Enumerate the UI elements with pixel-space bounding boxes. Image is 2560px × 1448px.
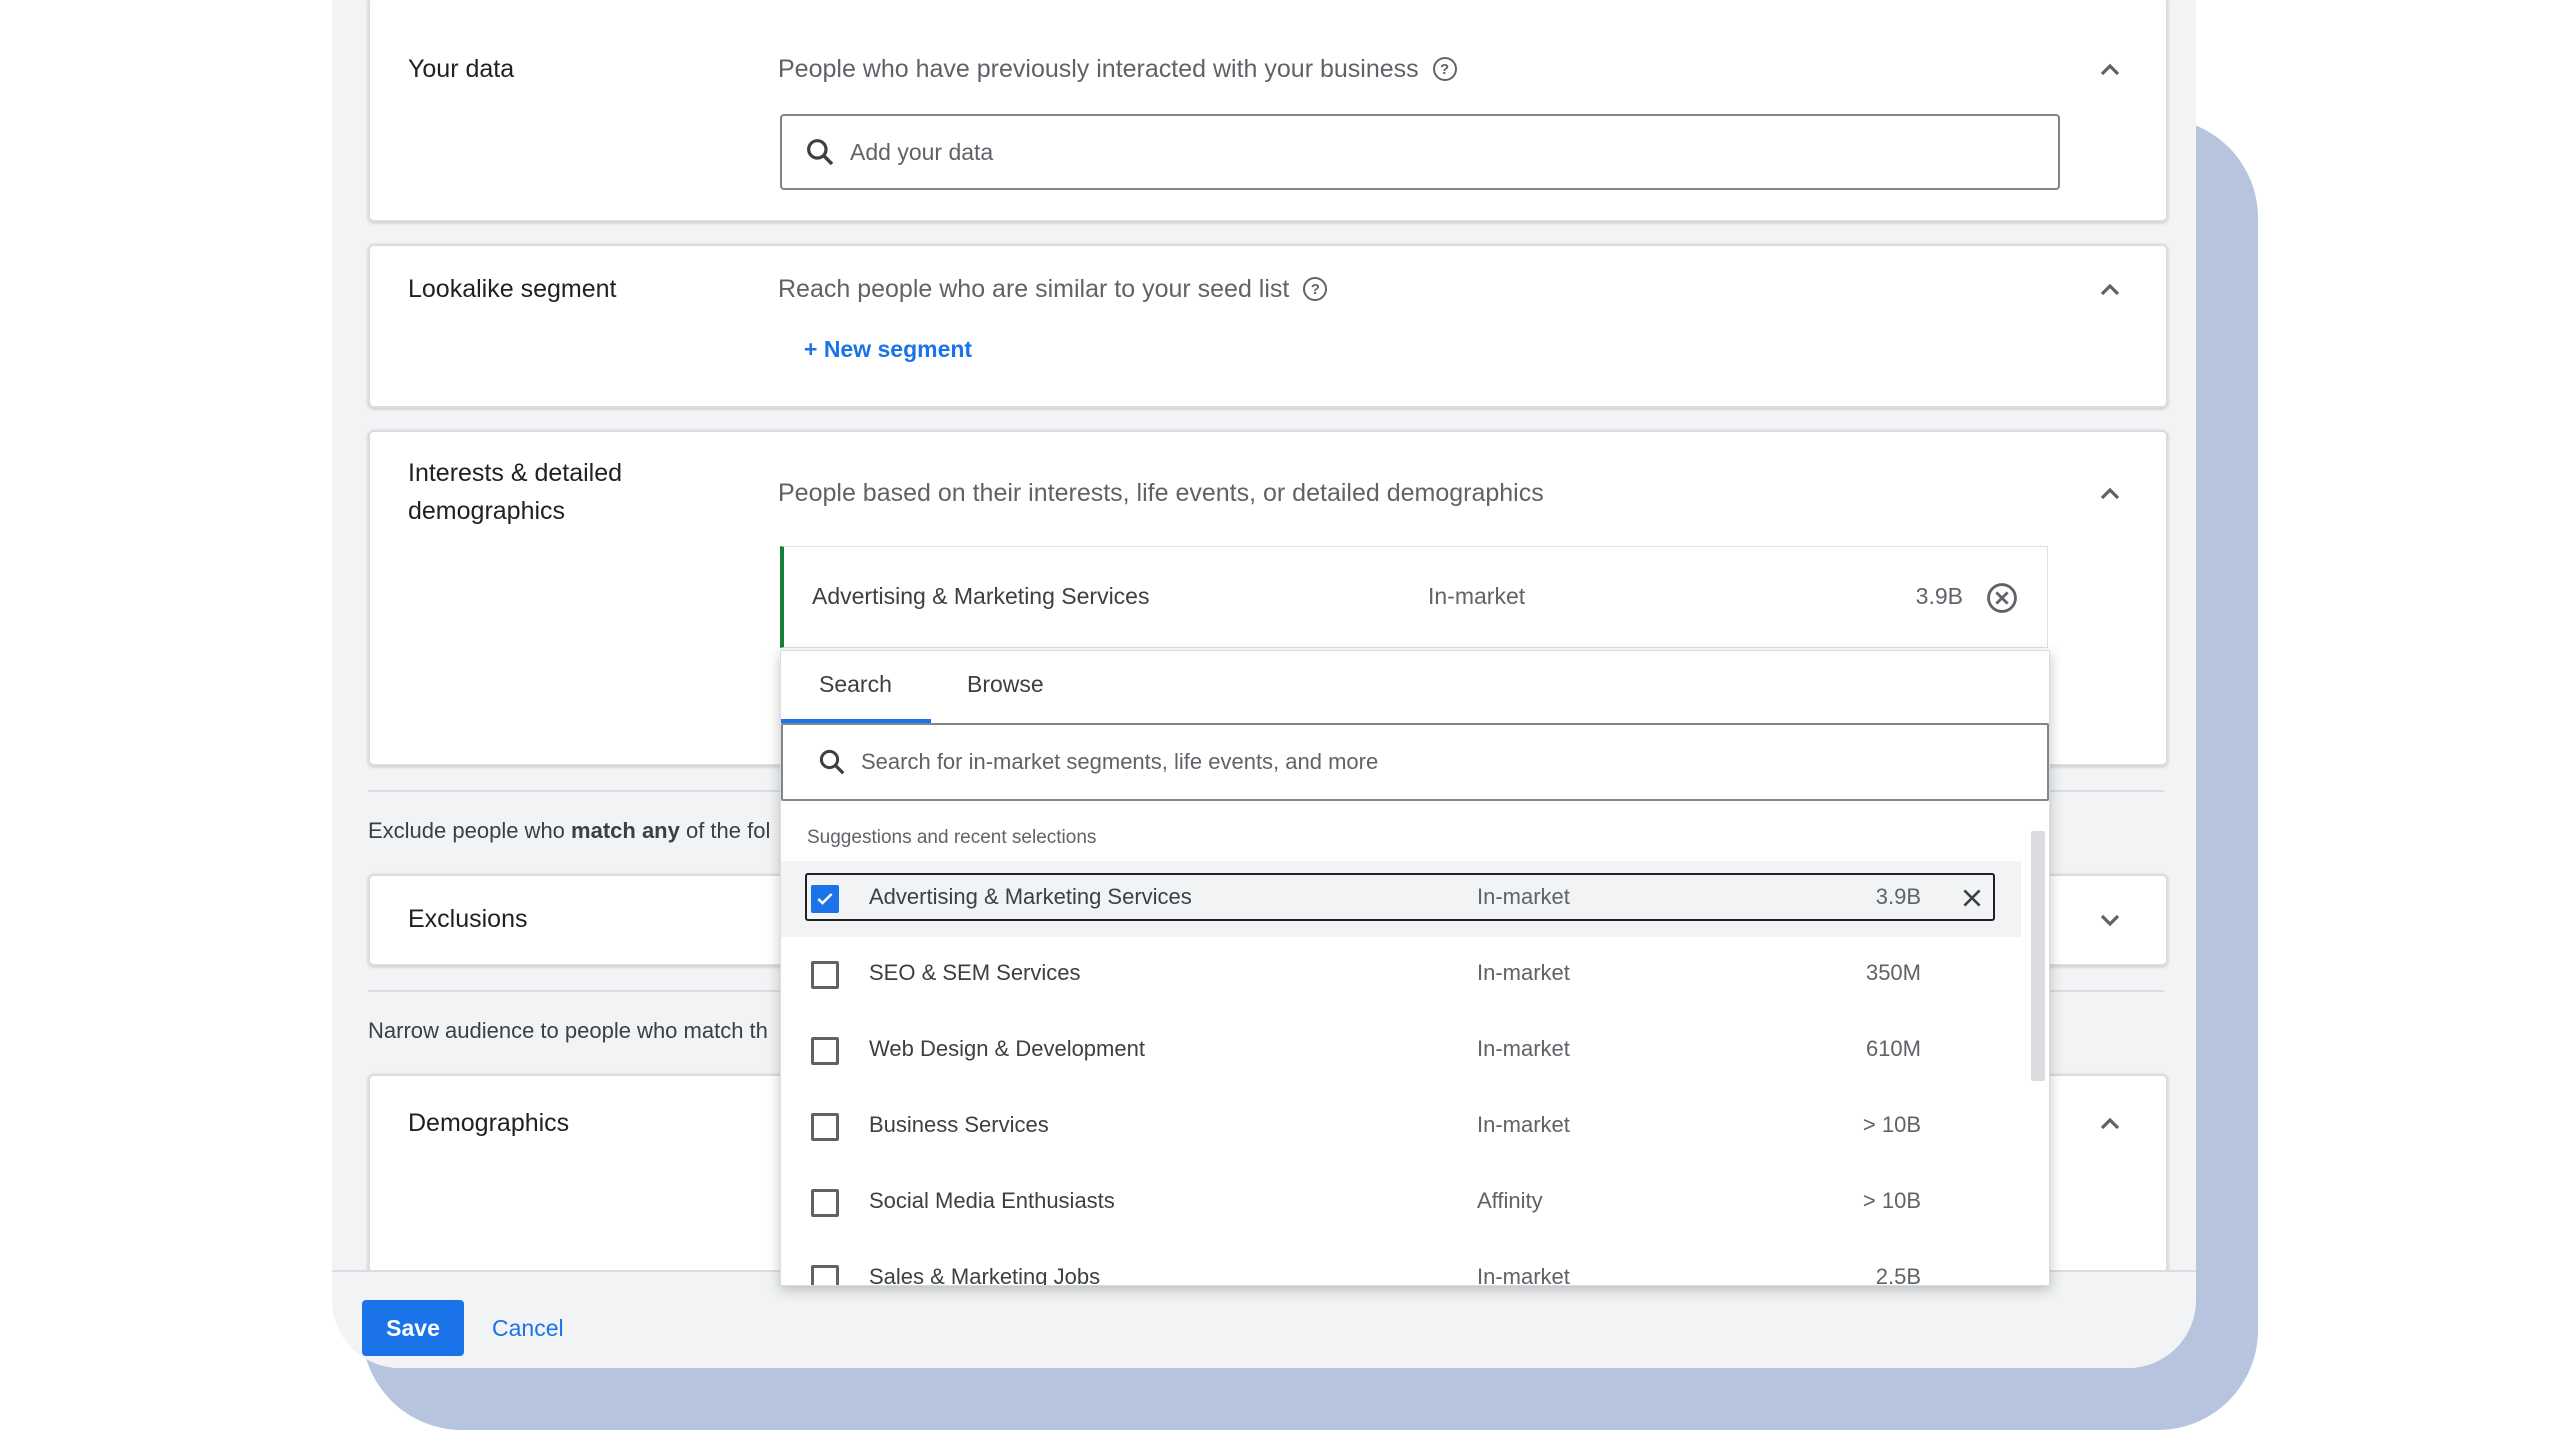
checkbox[interactable] xyxy=(811,961,839,989)
expand-chevron-down-icon[interactable] xyxy=(2094,904,2126,936)
check-icon xyxy=(817,893,833,905)
tab-browse[interactable]: Browse xyxy=(967,671,1044,698)
collapse-chevron-up-icon[interactable] xyxy=(2094,478,2126,510)
item-name: Web Design & Development xyxy=(869,1036,1145,1061)
lookalike-panel: Lookalike segment Reach people who are s… xyxy=(368,244,2168,408)
section-title: Demographics xyxy=(408,1109,570,1137)
section-description: Reach people who are similar to your see… xyxy=(778,272,1328,306)
close-icon[interactable] xyxy=(1959,885,1985,911)
checkbox[interactable] xyxy=(811,1113,839,1141)
item-type: In-market xyxy=(1477,884,1570,909)
save-button[interactable]: Save xyxy=(362,1300,464,1356)
item-size: 610M xyxy=(1865,1036,1921,1061)
list-item[interactable]: Sales & Marketing Jobs In-market 2.5B xyxy=(781,1241,2021,1285)
your-data-panel: Your data People who have previously int… xyxy=(368,0,2168,222)
list-caption: Suggestions and recent selections xyxy=(807,827,1097,848)
help-icon[interactable]: ? xyxy=(1303,277,1328,301)
search-placeholder: Add your data xyxy=(850,138,994,165)
checkbox[interactable] xyxy=(811,1265,839,1285)
section-title: Interests & detailed demographics xyxy=(408,459,623,525)
exclude-suffix: of the fol xyxy=(679,818,771,843)
section-title: Your data xyxy=(408,55,515,83)
segment-name: Advertising & Marketing Services xyxy=(812,583,1150,609)
collapse-chevron-up-icon[interactable] xyxy=(2094,1108,2126,1140)
item-name: SEO & SEM Services xyxy=(869,960,1081,985)
segment-picker-dropdown: Search Browse Search for in-market segme… xyxy=(780,650,2050,1286)
search-placeholder: Search for in-market segments, life even… xyxy=(861,749,1379,774)
search-icon xyxy=(819,749,845,775)
section-description: People who have previously interacted wi… xyxy=(778,52,1457,86)
segment-type: In-market xyxy=(1428,583,1526,609)
item-type: Affinity xyxy=(1477,1188,1543,1213)
item-name: Business Services xyxy=(869,1112,1049,1137)
description-text: People based on their interests, life ev… xyxy=(778,479,1544,507)
section-title: Exclusions xyxy=(408,905,528,933)
picker-tabs: Search Browse xyxy=(781,651,2049,724)
item-type: In-market xyxy=(1477,1112,1570,1137)
collapse-chevron-up-icon[interactable] xyxy=(2094,54,2126,86)
list-item[interactable]: Web Design & Development In-market 610M xyxy=(781,1013,2021,1089)
collapse-chevron-up-icon[interactable] xyxy=(2094,274,2126,306)
item-size: 3.9B xyxy=(1875,884,1921,909)
selected-segment-row: Advertising & Marketing Services In-mark… xyxy=(780,546,2048,648)
item-size: > 10B xyxy=(1862,1112,1921,1137)
section-description: People based on their interests, life ev… xyxy=(778,476,1544,510)
item-size: 350M xyxy=(1865,960,1921,985)
list-item[interactable]: Business Services In-market > 10B xyxy=(781,1089,2021,1165)
new-segment-link[interactable]: + New segment xyxy=(804,336,972,363)
description-text: Reach people who are similar to your see… xyxy=(778,275,1290,303)
item-type: In-market xyxy=(1477,1036,1570,1061)
exclude-instruction: Exclude people who match any of the fol xyxy=(368,818,770,844)
item-name: Social Media Enthusiasts xyxy=(869,1188,1115,1213)
checkbox-checked[interactable] xyxy=(811,885,839,913)
segment-size: 3.9B xyxy=(1915,583,1963,609)
narrow-instruction: Narrow audience to people who match th xyxy=(368,1018,768,1043)
list-item[interactable]: Advertising & Marketing Services In-mark… xyxy=(781,861,2021,937)
help-icon[interactable]: ? xyxy=(1432,57,1457,81)
checkbox[interactable] xyxy=(811,1189,839,1217)
search-icon xyxy=(807,139,834,166)
checkbox[interactable] xyxy=(811,1037,839,1065)
list-item[interactable]: SEO & SEM Services In-market 350M xyxy=(781,937,2021,1013)
tab-search[interactable]: Search xyxy=(819,671,892,698)
scrollbar-thumb[interactable] xyxy=(2031,831,2045,1081)
remove-circle-x-icon[interactable] xyxy=(1985,581,2019,615)
item-size: 2.5B xyxy=(1875,1264,1921,1285)
exclude-bold: match any xyxy=(571,818,680,843)
cancel-button[interactable]: Cancel xyxy=(492,1300,564,1356)
item-type: In-market xyxy=(1477,1264,1570,1285)
your-data-search-input[interactable]: Add your data xyxy=(780,114,2060,190)
item-name: Advertising & Marketing Services xyxy=(869,884,1192,909)
list-item[interactable]: Social Media Enthusiasts Affinity > 10B xyxy=(781,1165,2021,1241)
suggestion-list: Suggestions and recent selections Advert… xyxy=(781,801,2029,1285)
item-name: Sales & Marketing Jobs xyxy=(869,1264,1101,1285)
exclude-prefix: Exclude people who xyxy=(368,818,572,843)
item-size: > 10B xyxy=(1862,1188,1921,1213)
section-title: Lookalike segment xyxy=(408,275,617,303)
item-type: In-market xyxy=(1477,960,1570,985)
segment-search-input[interactable]: Search for in-market segments, life even… xyxy=(781,723,2049,801)
description-text: People who have previously interacted wi… xyxy=(778,55,1419,83)
